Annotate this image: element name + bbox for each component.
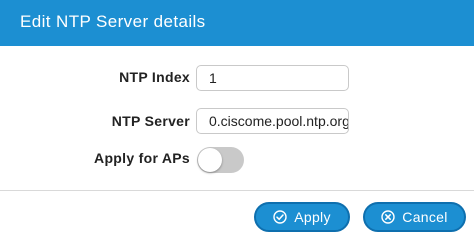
apply-for-aps-toggle[interactable] <box>197 147 244 173</box>
x-circle-icon <box>381 210 395 224</box>
footer-divider <box>0 190 474 191</box>
check-circle-icon <box>273 210 287 224</box>
edit-ntp-server-dialog: Edit NTP Server details NTP Index NTP Se… <box>0 0 474 241</box>
ntp-server-label: NTP Server <box>111 113 190 129</box>
toggle-knob <box>198 148 222 172</box>
cancel-button-label: Cancel <box>402 209 448 225</box>
dialog-header: Edit NTP Server details <box>0 0 474 46</box>
apply-button[interactable]: Apply <box>254 202 350 232</box>
dialog-title: Edit NTP Server details <box>20 12 206 31</box>
apply-button-label: Apply <box>294 209 331 225</box>
apply-for-aps-label: Apply for APs <box>94 150 190 166</box>
ntp-index-input[interactable] <box>196 65 349 91</box>
ntp-index-label: NTP Index <box>119 69 190 85</box>
ntp-server-input[interactable] <box>196 108 349 134</box>
cancel-button[interactable]: Cancel <box>363 202 466 232</box>
